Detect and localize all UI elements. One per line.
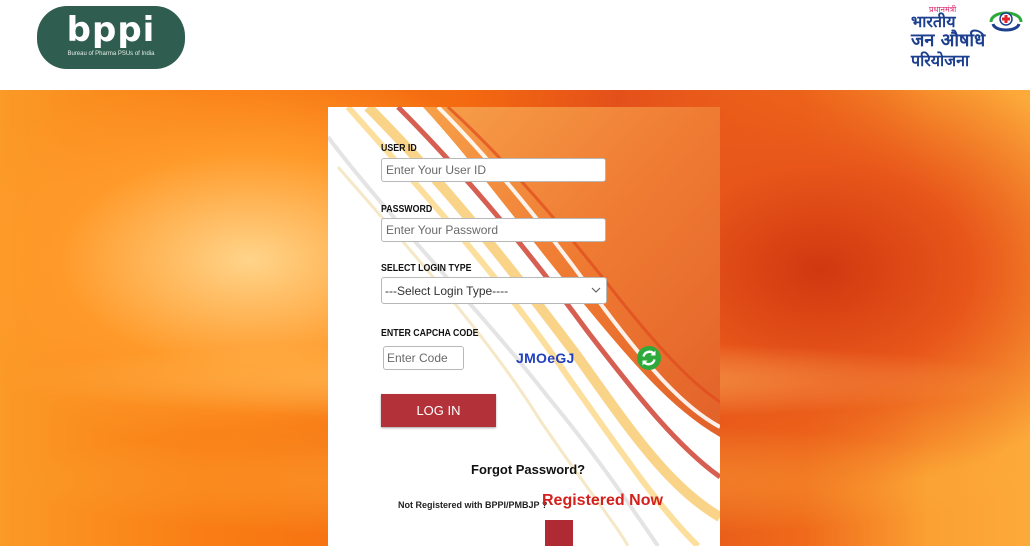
captcha-code: JMOeGJ	[516, 350, 575, 366]
pmbjp-logo-line-2: जन औषधि	[911, 30, 986, 51]
user-id-label: USER ID	[381, 143, 417, 154]
login-type-select[interactable]: ---Select Login Type----	[381, 277, 607, 304]
register-prompt: Not Registered with BPPI/PMBJP ?	[398, 500, 548, 510]
pmbjp-logo-line-3: परियोजना	[911, 51, 970, 70]
register-now-link[interactable]: Registered Now	[542, 492, 663, 510]
bppi-logo-tagline: Bureau of Pharma PSUs of India	[67, 51, 155, 57]
captcha-input[interactable]	[383, 346, 464, 370]
page-header: bppi Bureau of Pharma PSUs of India प्रध…	[0, 0, 1030, 90]
login-card: USER ID PASSWORD SELECT LOGIN TYPE ---Se…	[328, 107, 720, 546]
bppi-logo[interactable]: bppi Bureau of Pharma PSUs of India	[37, 6, 185, 69]
login-form: USER ID PASSWORD SELECT LOGIN TYPE ---Se…	[328, 107, 720, 546]
book-icon	[545, 520, 573, 546]
user-id-input[interactable]	[381, 158, 606, 182]
password-input[interactable]	[381, 218, 606, 242]
login-type-selected-value: ---Select Login Type----	[385, 284, 509, 298]
pmbjp-logo: प्रधानमंत्री भारतीय जन औषधि परियोजना	[905, 2, 1027, 74]
register-line: Not Registered with BPPI/PMBJP ? Registe…	[398, 492, 698, 516]
chevron-down-icon	[591, 287, 601, 293]
refresh-icon[interactable]	[636, 345, 662, 371]
password-label: PASSWORD	[381, 204, 433, 215]
pmbjp-emblem-icon	[989, 11, 1023, 32]
pmbjp-logo-line-1: भारतीय	[911, 12, 956, 31]
forgot-password-link[interactable]: Forgot Password?	[471, 462, 585, 477]
captcha-label: ENTER CAPCHA CODE	[381, 328, 479, 339]
login-button[interactable]: LOG IN	[381, 394, 496, 427]
login-type-label: SELECT LOGIN TYPE	[381, 263, 472, 274]
bppi-logo-mark: bppi	[66, 10, 156, 50]
